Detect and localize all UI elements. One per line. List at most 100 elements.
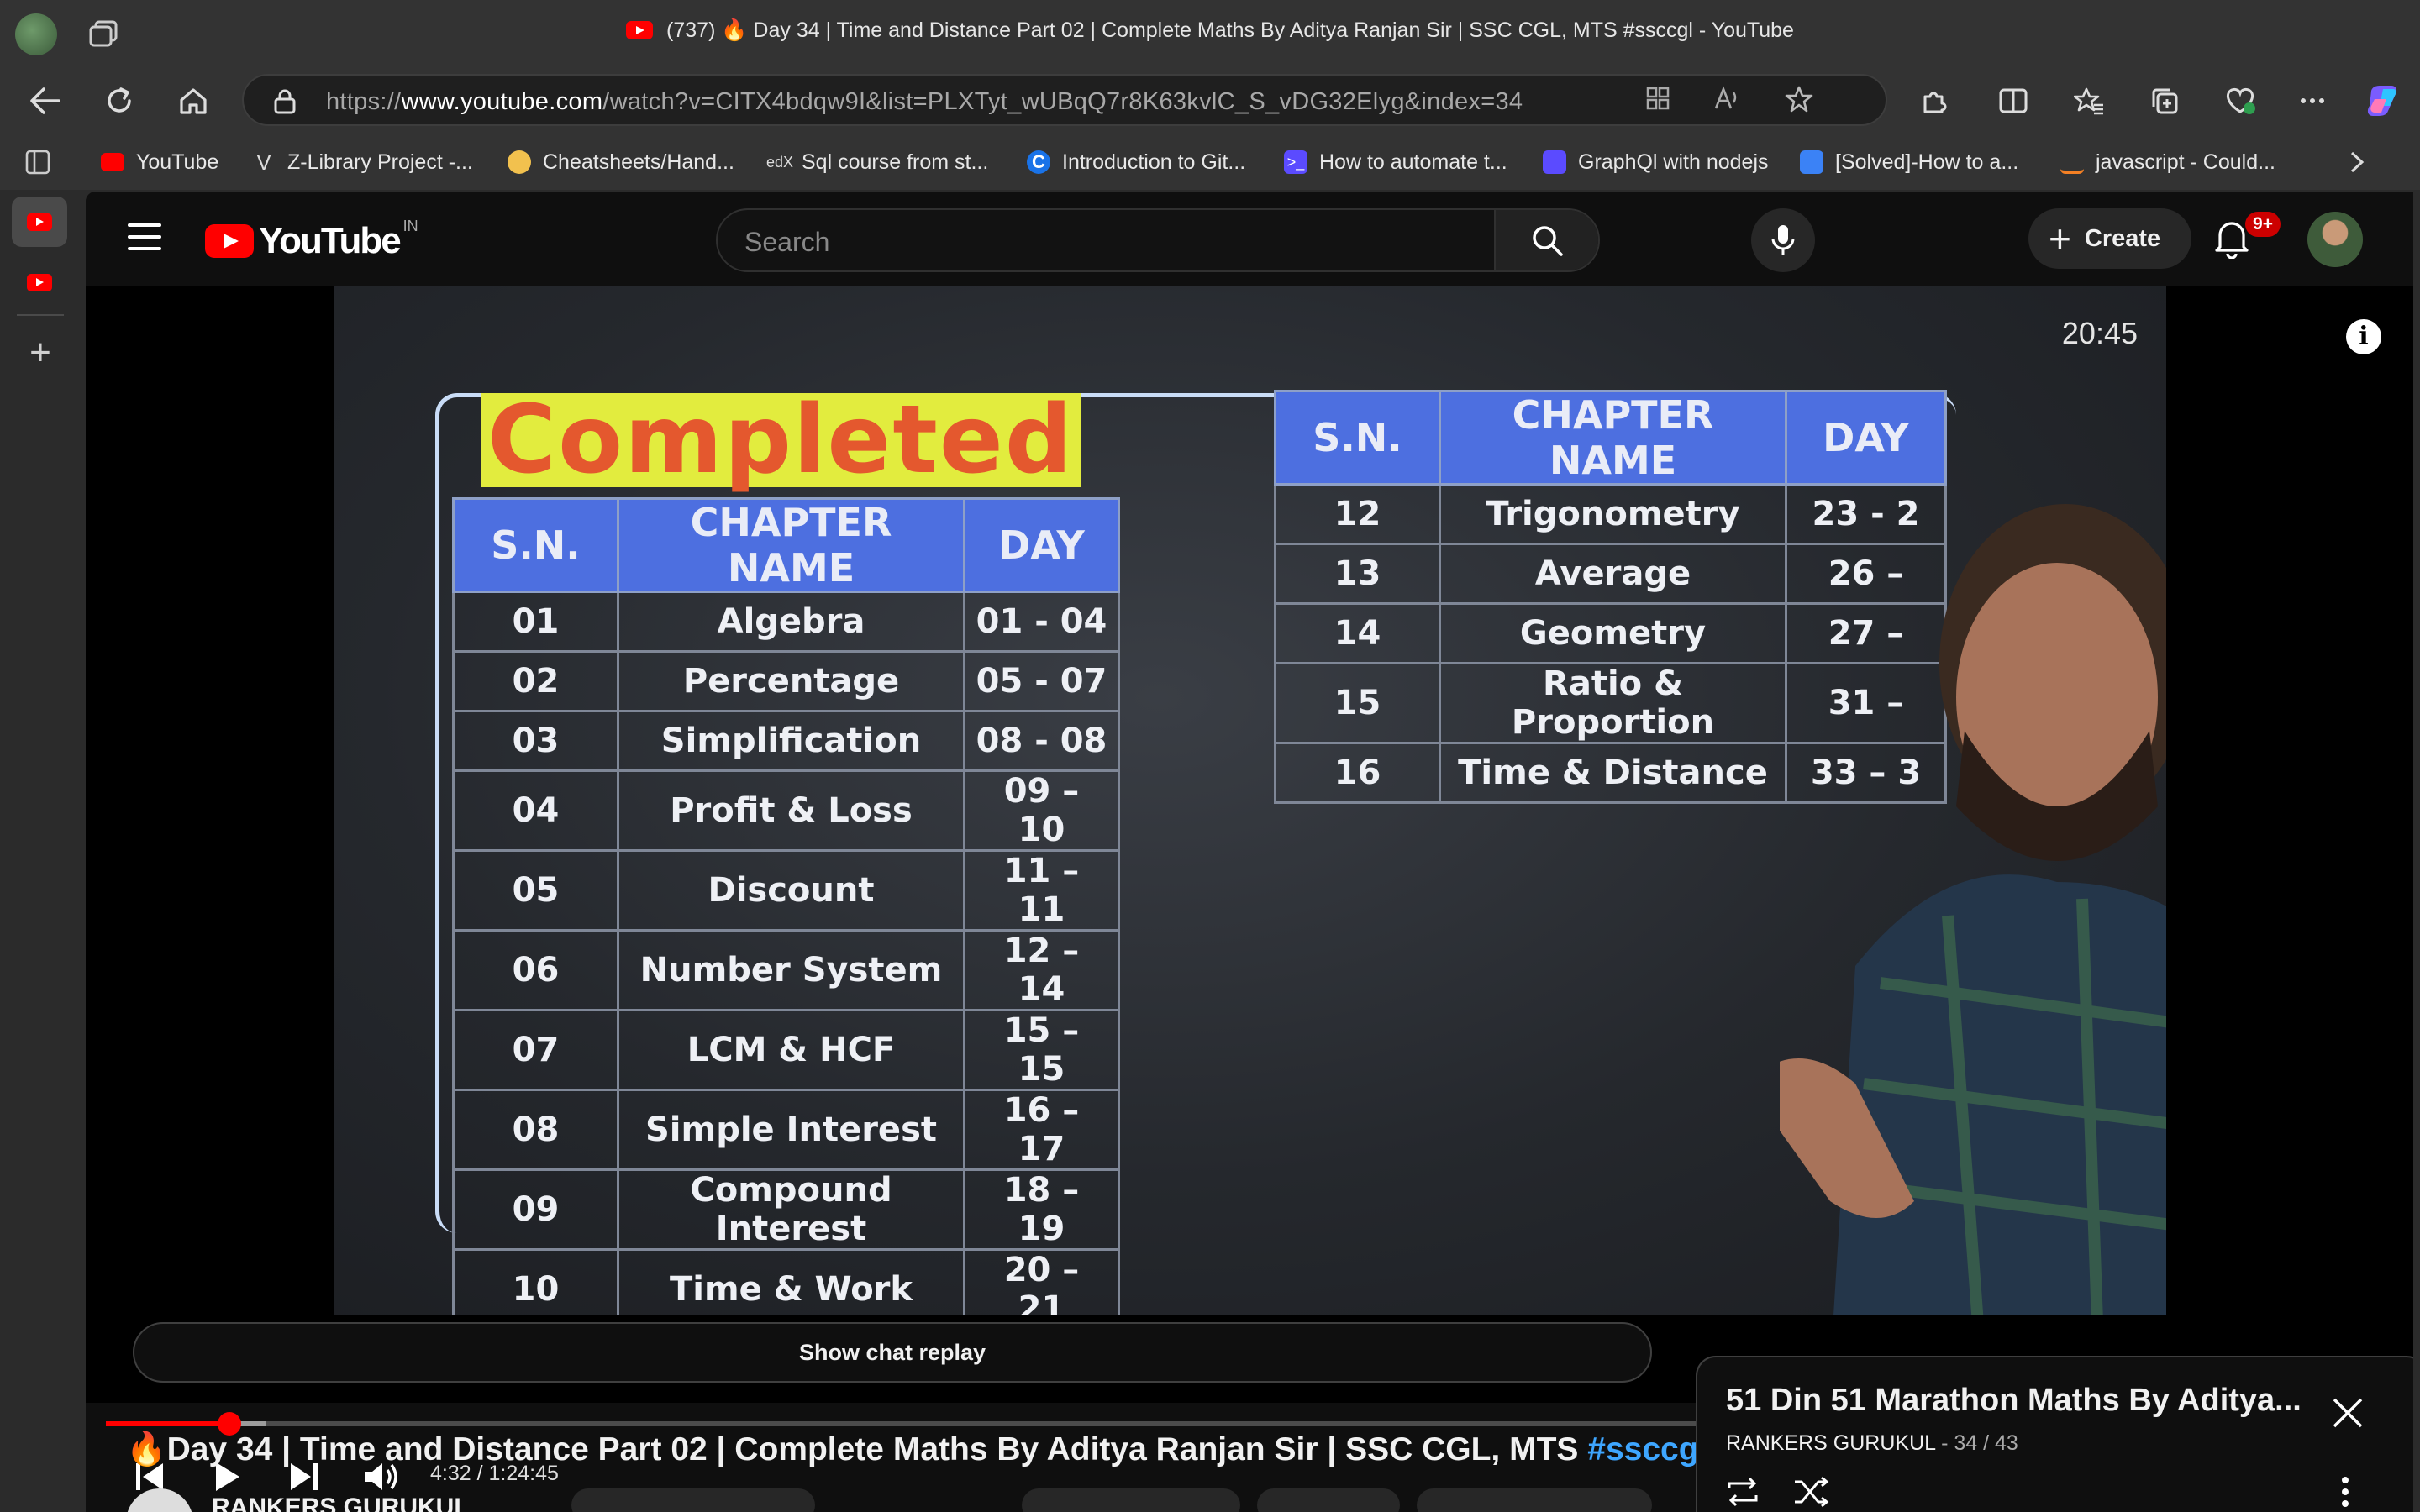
copilot-icon[interactable] [2358,76,2408,126]
youtube-wordmark: YouTube [259,220,402,261]
table-cell: 09 [452,1168,619,1251]
info-icon[interactable]: i [2346,319,2381,354]
table-cell: Profit & Loss [617,769,965,852]
vertical-tab-strip: + [0,190,84,1512]
youtube-icon [27,273,52,291]
lock-icon[interactable] [274,89,296,114]
bookmark-zlibrary[interactable]: V Z-Library Project -... [252,148,473,176]
table-cell: Average [1439,543,1787,605]
bookmark-automate[interactable]: >_ How to automate t... [1284,148,1507,176]
bookmark-intro-git[interactable]: C Introduction to Git... [1027,148,1245,176]
tab-actions-icon[interactable] [25,148,50,176]
playlist-title[interactable]: 51 Din 51 Marathon Maths By Aditya... [1726,1383,2302,1419]
table-cell: 01 - 04 [963,591,1120,653]
bookmarks-overflow-chevron-icon[interactable] [2349,148,2365,176]
table-cell: LCM & HCF [617,1009,965,1091]
bookmarks-bar: YouTube V Z-Library Project -... Cheatshe… [0,134,2420,190]
reload-icon[interactable] [94,76,145,126]
loop-icon[interactable] [1723,1475,1765,1512]
like-button[interactable] [1022,1488,1240,1512]
split-screen-icon[interactable] [1988,76,2039,126]
table-row: 01 Algebra 01 - 04 [452,591,1120,653]
shuffle-icon[interactable] [1791,1475,1833,1512]
video-player[interactable]: Completed S.N. CHAPTER NAME DAY 01 Algebra 0… [86,286,2413,1496]
channel-name[interactable]: RANKERS GURUKUL [212,1494,470,1512]
search-box[interactable]: Search [716,208,1600,272]
subscribe-button[interactable] [571,1488,815,1512]
search-button[interactable] [1494,210,1598,270]
browser-essentials-icon[interactable] [2215,76,2265,126]
region-code: IN [402,217,418,234]
table-row: 03 Simplification 08 - 08 [452,710,1120,772]
table-cell: 02 [452,650,619,712]
more-menu-icon[interactable] [2287,76,2338,126]
coursera-icon: C [1027,150,1050,174]
bookmark-solved[interactable]: [Solved]-How to a... [1800,148,2018,176]
edx-icon: edX [766,154,794,171]
playlist-channel[interactable]: RANKERS GURUKUL [1726,1431,1935,1455]
hamburger-menu-icon[interactable] [128,223,161,250]
tab-divider [17,314,64,316]
extensions-icon[interactable] [1909,76,1960,126]
bookmark-cheatsheets[interactable]: Cheatsheets/Hand... [508,148,734,176]
table-cell: 15 [1274,662,1441,744]
youtube-icon [27,213,52,231]
youtube-favicon-icon [626,21,654,39]
stackoverflow-icon [2060,150,2084,174]
table-cell: Simplification [617,710,965,772]
youtube-logo[interactable]: YouTube IN [205,217,418,262]
voice-search-button[interactable] [1751,208,1815,272]
table-cell: 05 [452,849,619,932]
close-icon[interactable] [2329,1394,2366,1431]
bookmark-graphql[interactable]: GraphQl with nodejs [1543,148,1769,176]
table-cell: 10 [452,1248,619,1315]
bookmark-stackoverflow[interactable]: javascript - Could... [2060,148,2275,176]
table-cell: 16 – 17 [963,1089,1120,1171]
tab-youtube[interactable] [12,257,67,307]
video-frame[interactable]: Completed S.N. CHAPTER NAME DAY 01 Algebra 0… [334,286,2166,1315]
new-tab-plus-icon[interactable]: + [20,334,60,375]
back-icon[interactable] [20,76,71,126]
notifications-button[interactable]: 9+ [2213,212,2281,262]
table-cell: Number System [617,929,965,1011]
favorites-icon[interactable] [2064,76,2114,126]
show-chat-replay-button[interactable]: Show chat replay [133,1322,1652,1383]
channel-avatar[interactable] [126,1488,193,1512]
terminal-icon: >_ [1284,150,1307,174]
playlist-position: - 34 / 43 [1935,1431,2018,1455]
bookmark-youtube[interactable]: YouTube [101,148,218,176]
left-table-header-2: DAY [963,497,1120,593]
table-cell: Trigonometry [1439,483,1787,545]
youtube-header: YouTube IN Search + Create 9+ [86,192,2413,286]
create-button[interactable]: + Create [2028,208,2191,269]
bookmark-sql-course[interactable]: edX Sql course from st... [766,148,988,176]
table-cell: 07 [452,1009,619,1091]
home-icon[interactable] [168,76,218,126]
table-row: 04 Profit & Loss 09 – 10 [452,769,1120,852]
table-cell: 09 – 10 [963,769,1120,852]
url-text[interactable]: https://www.youtube.com/watch?v=CITX4bdq… [326,88,1523,116]
download-button[interactable] [1417,1488,1652,1512]
tab-youtube-active[interactable] [12,197,67,247]
microphone-icon [1771,225,1795,255]
table-cell: 15 – 15 [963,1009,1120,1091]
completed-chapters-table: S.N. CHAPTER NAME DAY 01 Algebra 01 - 04 02 Pe… [452,497,1120,1315]
table-cell: 03 [452,710,619,772]
table-cell: Compound Interest [617,1168,965,1251]
favorite-star-icon[interactable] [1783,86,1815,118]
table-row: 07 LCM & HCF 15 – 15 [452,1009,1120,1091]
youtube-play-logo-icon [205,224,254,258]
youtube-page: YouTube IN Search + Create 9+ Completed S… [86,192,2413,1512]
app-available-icon[interactable] [1642,86,1674,118]
hashtag-link[interactable]: #ssccgl [1587,1431,1707,1467]
table-row: 05 Discount 11 – 11 [452,849,1120,932]
table-cell: 18 – 19 [963,1168,1120,1251]
playlist-more-icon[interactable] [2341,1475,2383,1512]
address-bar[interactable]: https://www.youtube.com/watch?v=CITX4bdq… [242,74,1887,126]
account-avatar[interactable] [2307,212,2363,267]
share-button[interactable] [1257,1488,1400,1512]
search-input[interactable]: Search [744,227,829,258]
search-icon [1533,226,1563,256]
collections-icon[interactable] [2139,76,2190,126]
read-aloud-icon[interactable] [1711,86,1743,118]
